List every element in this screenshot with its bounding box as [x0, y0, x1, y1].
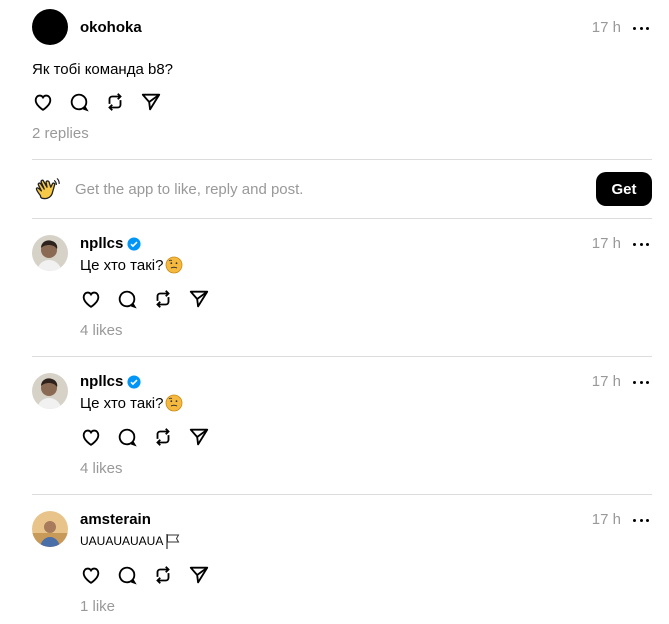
more-options-button[interactable] [633, 512, 649, 528]
reply-text: Це хто такі? [80, 256, 183, 274]
reply-button[interactable] [68, 91, 90, 113]
reply-button[interactable] [116, 564, 138, 586]
reply-actions [80, 288, 224, 310]
more-options-button[interactable] [633, 236, 649, 252]
thinking-face-icon [166, 256, 183, 274]
heart-icon [82, 429, 100, 446]
get-app-button[interactable]: Get [596, 172, 652, 206]
reply-button[interactable] [116, 426, 138, 448]
avatar[interactable] [32, 9, 68, 45]
replies-count[interactable]: 2 replies [32, 125, 89, 142]
reply-text: UAUAUAUAUA [80, 532, 182, 550]
share-button[interactable] [140, 91, 162, 113]
divider [32, 159, 652, 160]
reply-actions [80, 426, 224, 448]
verified-badge-icon [127, 374, 141, 389]
share-button[interactable] [188, 564, 210, 586]
thinking-face-icon [166, 394, 183, 412]
timestamp: 17 h [591, 19, 621, 36]
comment-icon [118, 290, 137, 309]
avatar[interactable] [32, 235, 68, 271]
more-options-button[interactable] [633, 20, 649, 36]
reply-text: Це хто такі? [80, 394, 183, 412]
cta-text: Get the app to like, reply and post. [75, 181, 304, 198]
like-button[interactable] [80, 288, 102, 310]
like-button[interactable] [80, 564, 102, 586]
verified-badge-icon [127, 236, 141, 251]
reply-post: npllcs 17 h Це хто такі? 4 likes [0, 357, 669, 495]
comment-icon [118, 566, 137, 585]
comment-icon [118, 428, 137, 447]
more-options-button[interactable] [633, 374, 649, 390]
share-button[interactable] [188, 288, 210, 310]
username[interactable]: npllcs [80, 235, 141, 252]
post-text: Як тобі команда b8? [32, 61, 173, 78]
main-post: okohoka 17 h Як тобі команда b8? 2 repli… [0, 0, 669, 160]
like-button[interactable] [32, 91, 54, 113]
reply-actions [80, 564, 224, 586]
repost-button[interactable] [152, 426, 174, 448]
share-button[interactable] [188, 426, 210, 448]
post-actions [32, 91, 176, 113]
timestamp: 17 h [591, 511, 621, 528]
heart-icon [82, 567, 100, 584]
waving-hand-icon [35, 178, 60, 200]
send-icon [189, 290, 209, 308]
username[interactable]: npllcs [80, 373, 141, 390]
heart-icon [34, 94, 52, 111]
username[interactable]: amsterain [80, 511, 151, 528]
repost-button[interactable] [152, 288, 174, 310]
avatar[interactable] [32, 511, 68, 547]
repost-icon [156, 290, 170, 308]
repost-icon [156, 428, 170, 446]
like-button[interactable] [80, 426, 102, 448]
repost-button[interactable] [104, 91, 126, 113]
timestamp: 17 h [591, 373, 621, 390]
comment-icon [70, 93, 89, 112]
heart-icon [82, 291, 100, 308]
reply-post: amsterain 17 h UAUAUAUAUA 1 like [0, 495, 669, 624]
send-icon [189, 566, 209, 584]
likes-count[interactable]: 4 likes [80, 322, 123, 339]
send-icon [141, 93, 161, 111]
repost-icon [108, 93, 122, 111]
repost-button[interactable] [152, 564, 174, 586]
avatar[interactable] [32, 373, 68, 409]
reply-post: npllcs 17 h Це хто такі? 4 likes [0, 219, 669, 357]
send-icon [189, 428, 209, 446]
reply-button[interactable] [116, 288, 138, 310]
likes-count[interactable]: 1 like [80, 598, 115, 615]
timestamp: 17 h [591, 235, 621, 252]
repost-icon [156, 566, 170, 584]
username[interactable]: okohoka [80, 19, 142, 36]
flag-icon [166, 534, 180, 549]
likes-count[interactable]: 4 likes [80, 460, 123, 477]
